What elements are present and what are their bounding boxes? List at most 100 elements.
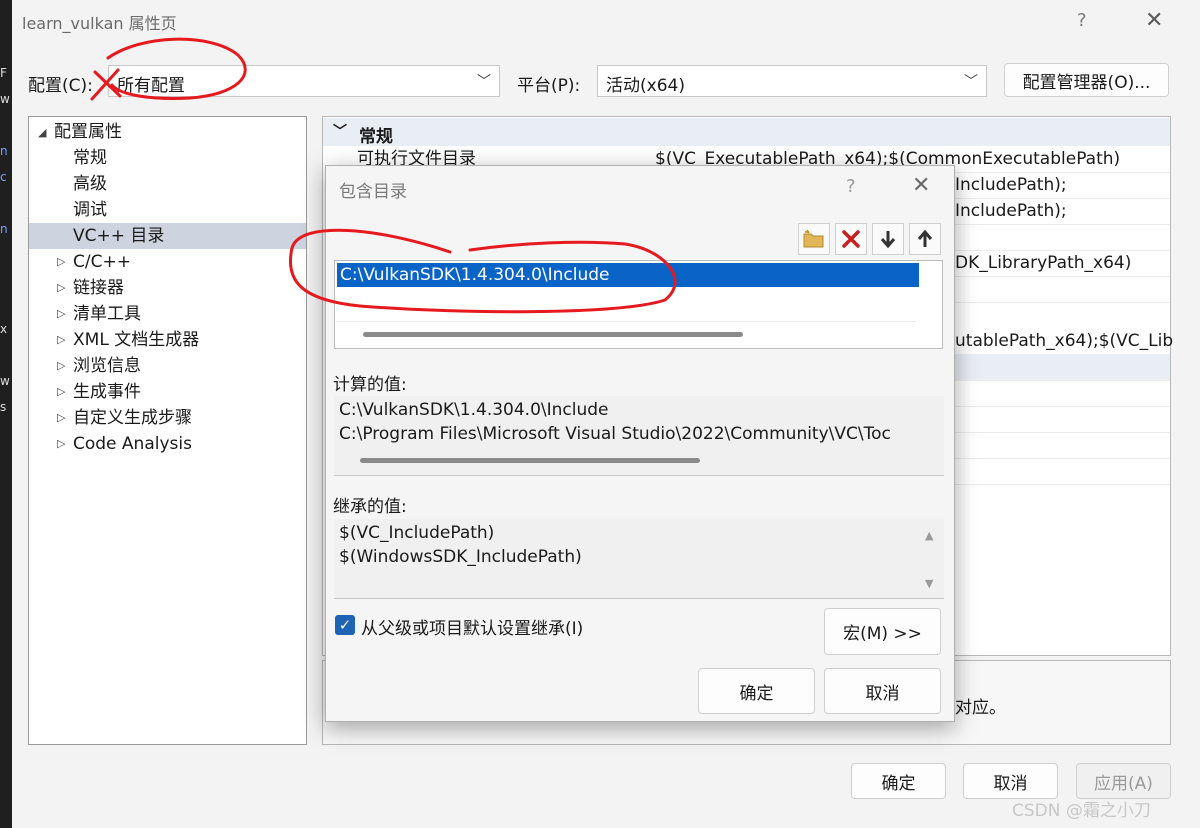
tree-item-label: 链接器: [73, 278, 124, 298]
dialog-cancel-button[interactable]: 取消: [824, 668, 941, 714]
dialog-title: 包含目录: [339, 182, 407, 202]
tree-item-config-properties[interactable]: ◢ 配置属性: [29, 119, 306, 145]
config-label: 配置(C):: [28, 76, 93, 96]
background-editor-glyph: F: [0, 66, 7, 80]
scroll-up-icon[interactable]: ▲: [925, 529, 933, 542]
delete-line-button[interactable]: [835, 223, 867, 255]
platform-label: 平台(P):: [517, 76, 581, 96]
triangle-right-icon: ▷: [57, 411, 66, 424]
inherit-checkbox[interactable]: ✓: [335, 615, 355, 635]
background-editor-glyph: c: [0, 170, 7, 184]
tree-item-label: 自定义生成步骤: [73, 408, 192, 428]
category-tree[interactable]: ◢ 配置属性 常规 高级 调试 VC++ 目录 ▷ C/C++ ▷ 链接器 ▷ …: [28, 116, 307, 745]
chevron-down-icon: ﹀: [333, 124, 347, 140]
close-icon[interactable]: ✕: [912, 173, 930, 198]
triangle-right-icon: ▷: [57, 385, 66, 398]
triangle-right-icon: ▷: [57, 359, 66, 372]
tree-item-label: 清单工具: [73, 304, 141, 324]
triangle-right-icon: ▷: [57, 255, 66, 268]
platform-value: 活动(x64): [606, 76, 685, 96]
window-title: learn_vulkan 属性页: [22, 14, 177, 33]
grid-section-header[interactable]: ﹀ 常规: [323, 118, 1170, 147]
tree-item-manifest-tool[interactable]: ▷ 清单工具: [29, 301, 306, 327]
computed-value-line: C:\VulkanSDK\1.4.304.0\Include: [339, 400, 609, 420]
tree-item-browse-info[interactable]: ▷ 浏览信息: [29, 353, 306, 379]
list-item[interactable]: C:\VulkanSDK\1.4.304.0\Include: [337, 263, 919, 287]
property-value: IncludePath);: [955, 175, 1067, 195]
include-directories-list[interactable]: C:\VulkanSDK\1.4.304.0\Include: [334, 260, 943, 349]
config-combo[interactable]: 所有配置 ﹀: [108, 65, 500, 97]
tree-item-build-events[interactable]: ▷ 生成事件: [29, 379, 306, 405]
triangle-right-icon: ▷: [57, 281, 66, 294]
background-editor-glyph: x: [0, 322, 8, 336]
computed-values-label: 计算的值:: [333, 375, 407, 395]
triangle-down-icon: ◢: [38, 126, 47, 139]
chevron-down-icon: ﹀: [477, 74, 491, 90]
include-directories-dialog: 包含目录 ? ✕ C:\VulkanSDK\1.4.304.0\Include …: [325, 165, 955, 722]
help-icon[interactable]: ?: [846, 176, 856, 197]
tree-item-label: VC++ 目录: [73, 226, 165, 246]
arrow-down-icon: [880, 231, 896, 249]
triangle-right-icon: ▷: [57, 437, 66, 450]
tree-item-label: 常规: [73, 148, 107, 168]
platform-combo[interactable]: 活动(x64) ﹀: [597, 65, 987, 97]
dialog-ok-button[interactable]: 确定: [698, 668, 815, 714]
help-icon[interactable]: ?: [1077, 10, 1087, 31]
new-line-button[interactable]: [798, 223, 830, 255]
tree-item-code-analysis[interactable]: ▷ Code Analysis: [29, 431, 306, 457]
config-value: 所有配置: [117, 76, 185, 96]
tree-item-custom-build[interactable]: ▷ 自定义生成步骤: [29, 405, 306, 431]
tree-item-general[interactable]: 常规: [29, 145, 306, 171]
chevron-down-icon: ﹀: [964, 74, 978, 90]
move-up-button[interactable]: [909, 223, 941, 255]
tree-item-label: 浏览信息: [73, 356, 141, 376]
tree-item-cpp[interactable]: ▷ C/C++: [29, 249, 306, 275]
delete-icon: [842, 230, 860, 248]
arrow-up-icon: [917, 229, 933, 247]
horizontal-scrollbar[interactable]: [363, 332, 743, 337]
section-title: 常规: [359, 127, 393, 147]
tree-item-vc-directories[interactable]: VC++ 目录: [29, 223, 306, 249]
tree-item-linker[interactable]: ▷ 链接器: [29, 275, 306, 301]
inherit-checkbox-label: 从父级或项目默认设置继承(I): [361, 619, 584, 639]
background-editor-glyph: w: [0, 374, 10, 388]
inherited-values-box[interactable]: $(VC_IncludePath) $(WindowsSDK_IncludePa…: [334, 519, 944, 599]
background-editor-glyph: s: [0, 400, 7, 414]
tree-item-advanced[interactable]: 高级: [29, 171, 306, 197]
ok-button[interactable]: 确定: [851, 763, 946, 799]
background-editor-glyph: n: [0, 222, 8, 236]
triangle-right-icon: ▷: [57, 333, 66, 346]
list-item-empty: [337, 287, 916, 322]
inherited-value-line: $(VC_IncludePath): [339, 523, 495, 543]
tree-item-label: 生成事件: [73, 382, 141, 402]
new-folder-icon: [803, 229, 824, 248]
computed-value-line: C:\Program Files\Microsoft Visual Studio…: [339, 424, 891, 444]
background-editor-glyph: w: [0, 92, 10, 106]
macros-button[interactable]: 宏(M) >>: [824, 608, 941, 655]
tree-item-debugging[interactable]: 调试: [29, 197, 306, 223]
background-editor-glyph: n: [0, 144, 8, 158]
move-down-button[interactable]: [872, 223, 904, 255]
config-manager-button[interactable]: 配置管理器(O)...: [1004, 63, 1169, 97]
tree-item-label: 配置属性: [54, 122, 122, 142]
computed-values-box[interactable]: C:\VulkanSDK\1.4.304.0\Include C:\Progra…: [334, 396, 944, 476]
close-icon[interactable]: ✕: [1145, 8, 1163, 33]
tree-item-label: 高级: [73, 174, 107, 194]
inherited-values-label: 继承的值:: [333, 497, 407, 517]
tree-item-label: C/C++: [73, 252, 131, 272]
property-value: utablePath_x64);$(VC_Lib: [955, 331, 1174, 351]
checkmark-icon: ✓: [338, 616, 352, 634]
cancel-button[interactable]: 取消: [963, 763, 1058, 799]
property-value: DK_LibraryPath_x64): [955, 253, 1132, 273]
description-text: 对应。: [955, 698, 1006, 718]
scroll-down-icon[interactable]: ▼: [925, 577, 933, 590]
property-value: IncludePath);: [955, 201, 1067, 221]
triangle-right-icon: ▷: [57, 307, 66, 320]
tree-item-label: Code Analysis: [73, 434, 192, 454]
tree-item-label: XML 文档生成器: [73, 330, 200, 350]
apply-button[interactable]: 应用(A): [1076, 763, 1171, 799]
inherited-value-line: $(WindowsSDK_IncludePath): [339, 547, 582, 567]
horizontal-scrollbar[interactable]: [360, 458, 700, 463]
tree-item-label: 调试: [73, 200, 107, 220]
tree-item-xml-doc[interactable]: ▷ XML 文档生成器: [29, 327, 306, 353]
